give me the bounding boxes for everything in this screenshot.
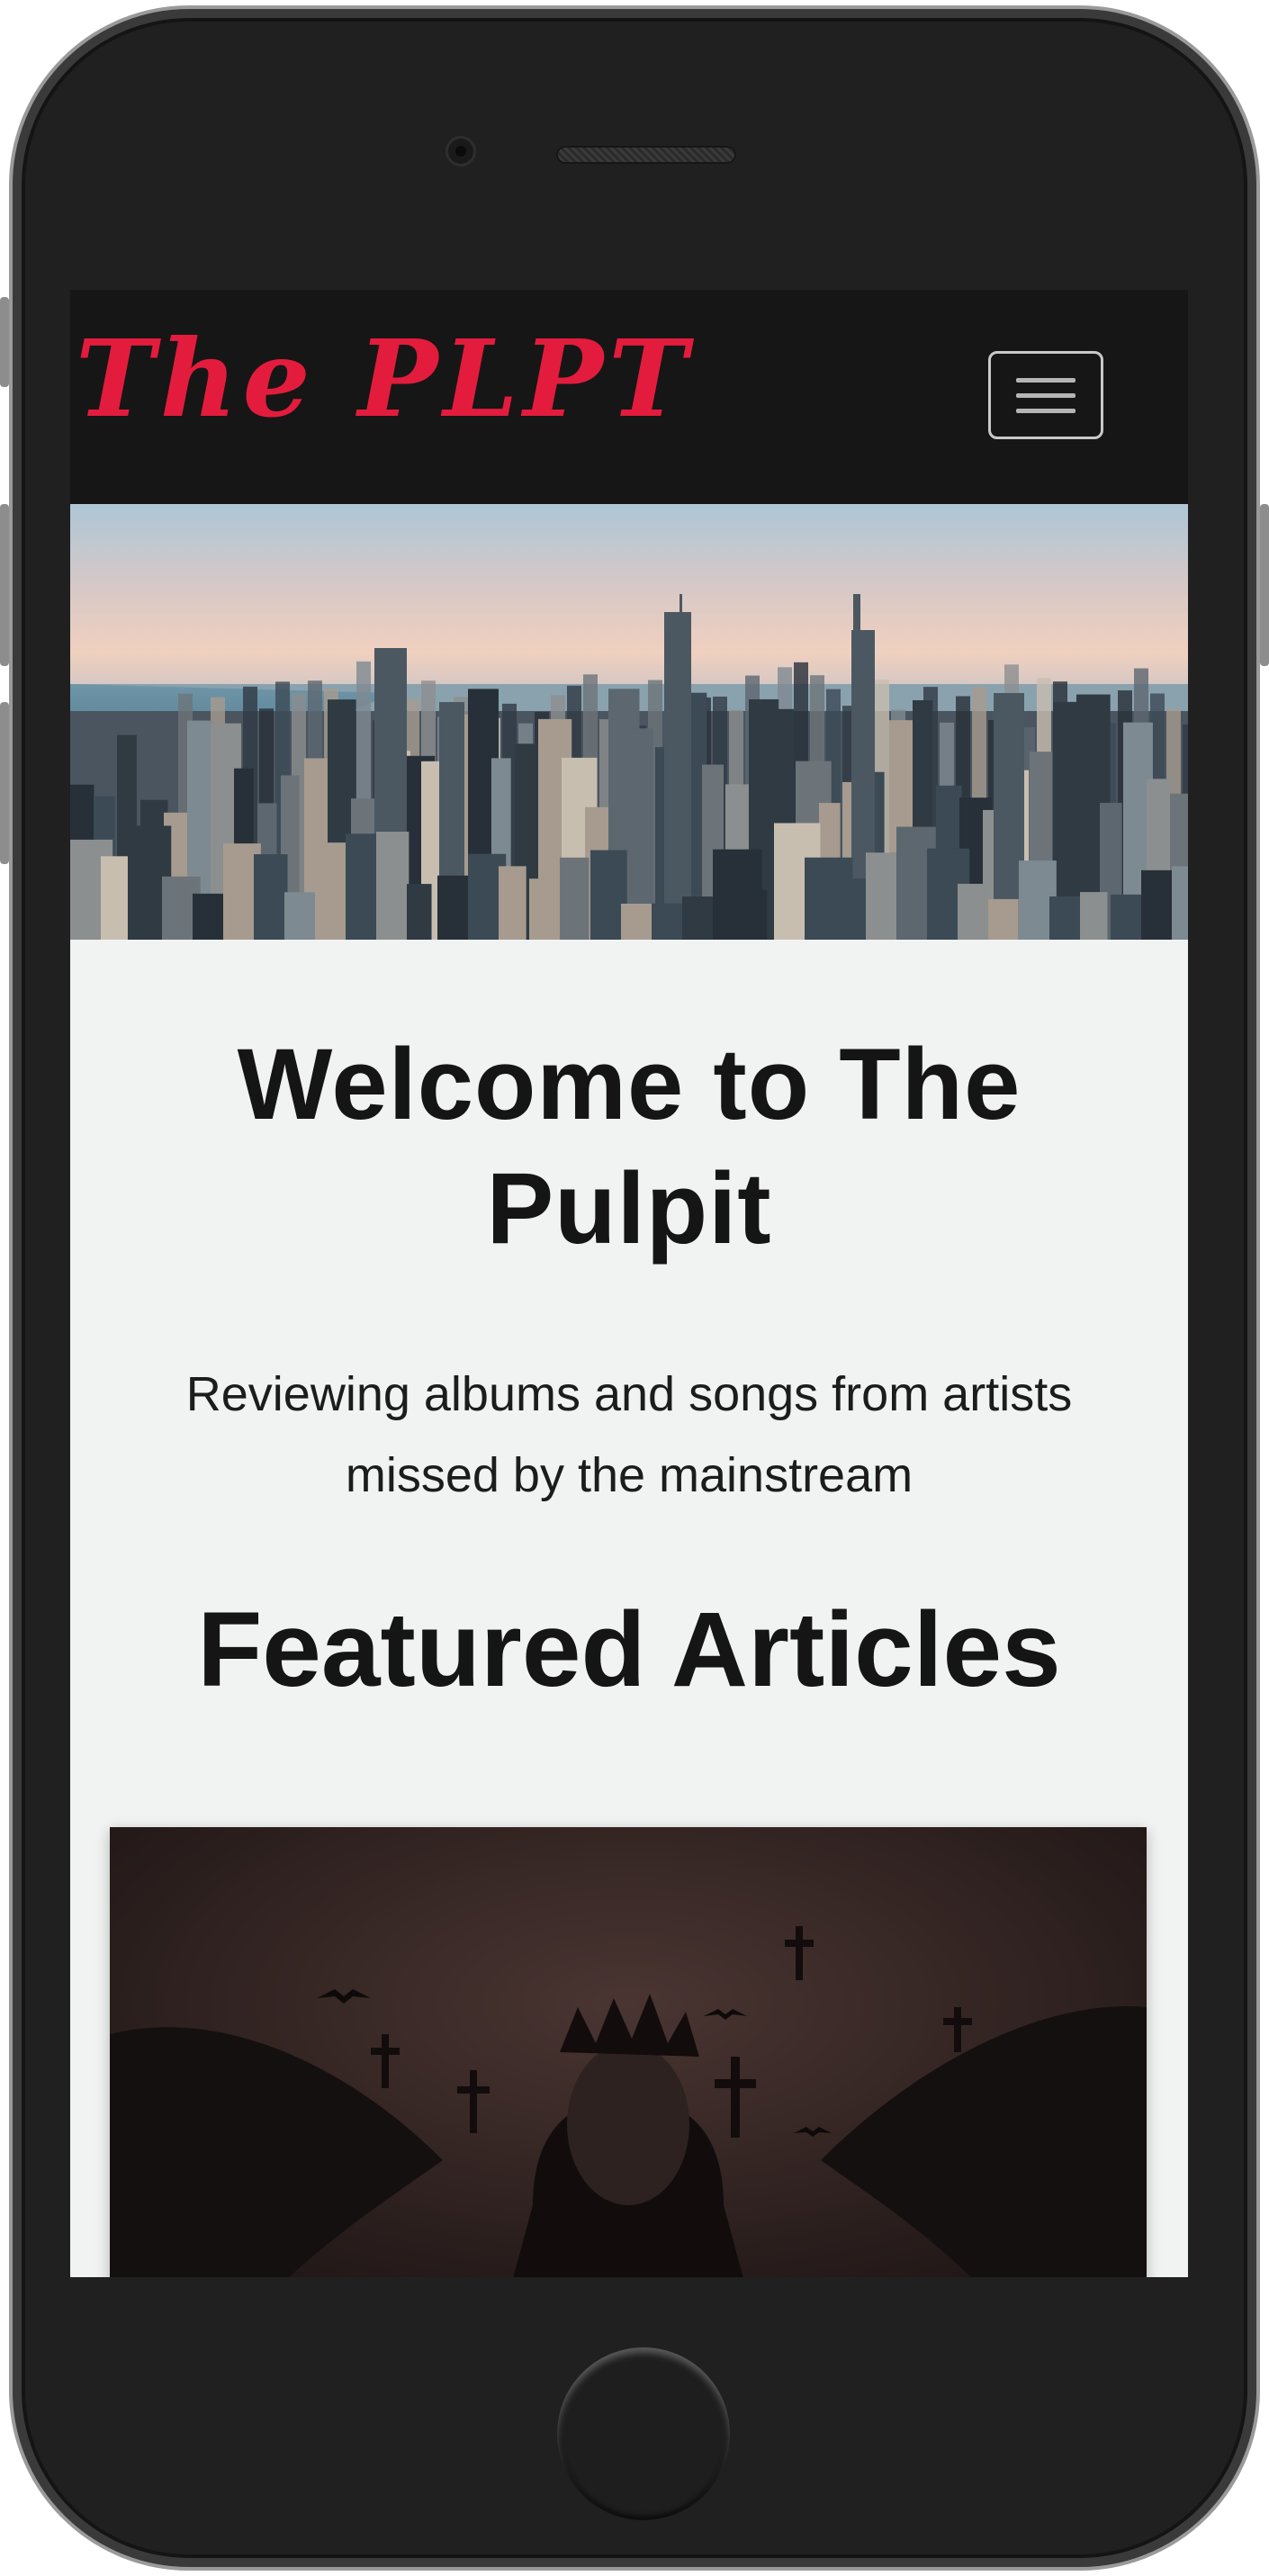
volume-up-button [0, 504, 9, 666]
front-camera [448, 139, 473, 164]
album-artwork-image [110, 1827, 1147, 2277]
hero-city-skyline-image [70, 504, 1188, 940]
browser-viewport: The PLPT Welcome to The Pulpit Reviewing… [70, 290, 1188, 2277]
mute-switch [0, 297, 9, 387]
hamburger-menu-icon [1016, 408, 1076, 413]
navbar: The PLPT [70, 290, 1188, 504]
hamburger-menu-icon [1016, 377, 1076, 383]
welcome-heading: Welcome to The Pulpit [237, 1028, 1022, 1265]
featured-article-card[interactable] [110, 1827, 1147, 2277]
power-button [1260, 504, 1269, 666]
brand-logo[interactable]: The PLPT [76, 326, 693, 432]
volume-down-button [0, 702, 9, 864]
hamburger-menu-icon [1016, 392, 1076, 398]
navbar-toggle-button[interactable] [988, 351, 1103, 439]
home-button[interactable] [557, 2347, 730, 2520]
featured-articles-heading: Featured Articles [197, 1590, 1061, 1709]
earpiece-speaker [556, 146, 736, 164]
tagline: Reviewing albums and songs from artists … [185, 1367, 1073, 1502]
